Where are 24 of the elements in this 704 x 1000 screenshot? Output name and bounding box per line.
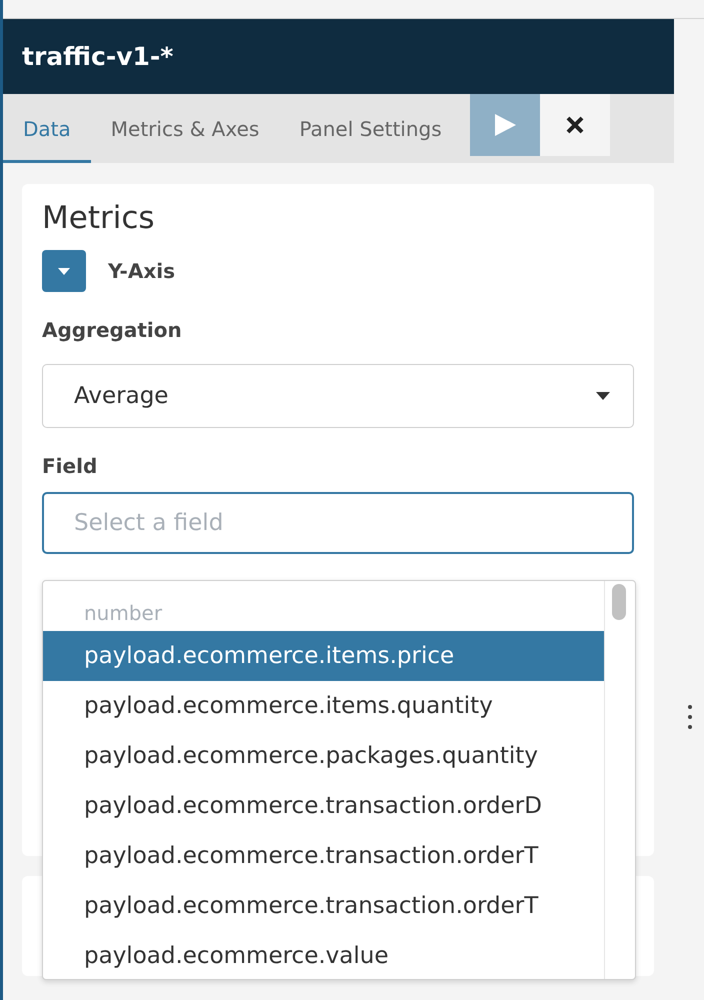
expand-toggle-button[interactable] [42, 250, 86, 292]
close-icon [564, 115, 585, 135]
close-button[interactable] [540, 94, 610, 156]
aggregation-select[interactable]: Average [42, 364, 634, 428]
panel-title: Metrics [42, 200, 156, 236]
field-label: Field [42, 454, 98, 478]
dropdown-option[interactable]: payload.ecommerce.transaction.orderT [43, 881, 604, 931]
y-axis-label: Y-Axis [108, 259, 175, 283]
dropdown-option[interactable]: payload.ecommerce.packages.quantity [43, 731, 604, 781]
aggregation-label: Aggregation [42, 318, 183, 342]
index-pattern-title: traffic-v1-* [3, 19, 674, 94]
dropdown-option[interactable]: payload.ecommerce.value [43, 931, 604, 979]
dropdown-option[interactable]: payload.ecommerce.items.price [43, 631, 604, 681]
tab[interactable]: Panel Settings [279, 94, 462, 163]
more-options-icon[interactable] [685, 704, 695, 730]
dropdown-option[interactable]: payload.ecommerce.transaction.orderT [43, 831, 604, 881]
tab[interactable]: Metrics & Axes [90, 94, 280, 163]
dropdown-option[interactable]: payload.ecommerce.transaction.orderD [43, 781, 604, 831]
caret-icon [595, 391, 611, 401]
group-heading: number [83, 600, 164, 627]
caret-icon [58, 268, 70, 274]
field-input[interactable]: Select a field [42, 492, 634, 554]
tab[interactable]: Data [3, 94, 91, 163]
dropdown-option[interactable]: payload.ecommerce.items.quantity [43, 681, 604, 731]
